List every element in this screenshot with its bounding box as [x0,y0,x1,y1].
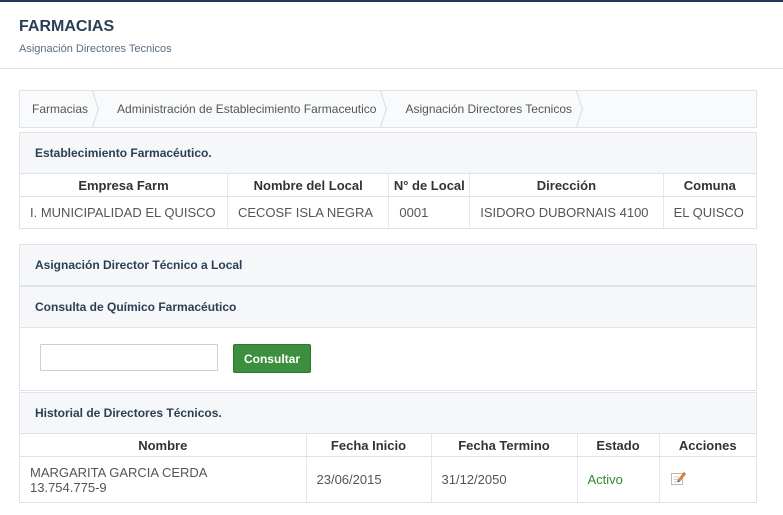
page-title: FARMACIAS [19,18,115,35]
column-header: Nombre [20,434,307,457]
asignacion-title: Asignación Director Técnico a Local [20,245,756,285]
consulta-panel: Consulta de Químico Farmacéutico Consult… [19,286,757,391]
table-row: I. MUNICIPALIDAD EL QUISCO CECOSF ISLA N… [20,196,756,228]
establecimiento-title: Establecimiento Farmacéutico. [20,133,756,174]
establecimiento-table: Empresa Farm Nombre del Local N° de Loca… [20,174,756,228]
table-row: MARGARITA GARCIA CERDA 13.754.775-9 23/0… [20,456,756,503]
breadcrumb-label: Administración de Establecimiento Farmac… [117,102,377,116]
page-subtitle: Asignación Directores Tecnicos [19,43,172,55]
breadcrumb-item-administracion[interactable]: Administración de Establecimiento Farmac… [105,91,393,127]
column-header: Acciones [659,434,756,457]
breadcrumb: Farmacias Administración de Establecimie… [19,90,757,128]
column-header: N° de Local [388,174,471,197]
consultar-button[interactable]: Consultar [233,344,311,373]
page-header: FARMACIAS Asignación Directores Tecnicos [19,17,172,56]
edit-icon[interactable] [670,470,686,489]
header-divider [0,68,783,69]
historial-title: Historial de Directores Técnicos. [20,393,756,434]
director-name-cell: MARGARITA GARCIA CERDA 13.754.775-9 [20,456,307,502]
historial-panel: Historial de Directores Técnicos. Nombre… [19,392,757,503]
column-header: Fecha Termino [431,434,578,457]
table-header-row: Nombre Fecha Inicio Fecha Termino Estado… [20,434,756,457]
breadcrumb-separator [95,91,105,127]
historial-table: Nombre Fecha Inicio Fecha Termino Estado… [20,434,756,502]
consulta-title: Consulta de Químico Farmacéutico [20,287,756,328]
table-cell: ISIDORO DUBORNAIS 4100 [469,196,664,228]
fecha-termino-cell: 31/12/2050 [431,456,578,502]
asignacion-panel: Asignación Director Técnico a Local [19,244,757,286]
breadcrumb-item-asignacion[interactable]: Asignación Directores Tecnicos [393,91,589,127]
fecha-inicio-cell: 23/06/2015 [306,456,432,502]
breadcrumb-label: Farmacias [32,102,89,116]
column-header: Fecha Inicio [306,434,432,457]
table-header-row: Empresa Farm Nombre del Local N° de Loca… [20,174,756,197]
estado-badge: Activo [577,456,660,502]
table-cell: CECOSF ISLA NEGRA [227,196,390,228]
consulta-body: Consultar [20,328,756,390]
breadcrumb-separator [383,91,393,127]
column-header: Estado [577,434,660,457]
breadcrumb-item-farmacias[interactable]: Farmacias [20,91,105,127]
director-rut: 13.754.775-9 [30,479,107,495]
director-name: MARGARITA GARCIA CERDA [30,464,208,480]
column-header: Nombre del Local [227,174,390,197]
breadcrumb-separator [579,91,589,127]
table-cell: I. MUNICIPALIDAD EL QUISCO [20,196,228,228]
column-header: Empresa Farm [20,174,228,197]
breadcrumb-label: Asignación Directores Tecnicos [405,102,572,116]
table-cell: EL QUISCO [673,205,744,220]
quimico-search-input[interactable] [40,344,218,371]
column-header: Comuna [663,174,756,197]
establecimiento-panel: Establecimiento Farmacéutico. Empresa Fa… [19,132,757,229]
acciones-cell [659,457,756,503]
table-cell: 0001 [388,196,471,228]
column-header: Dirección [469,174,664,197]
